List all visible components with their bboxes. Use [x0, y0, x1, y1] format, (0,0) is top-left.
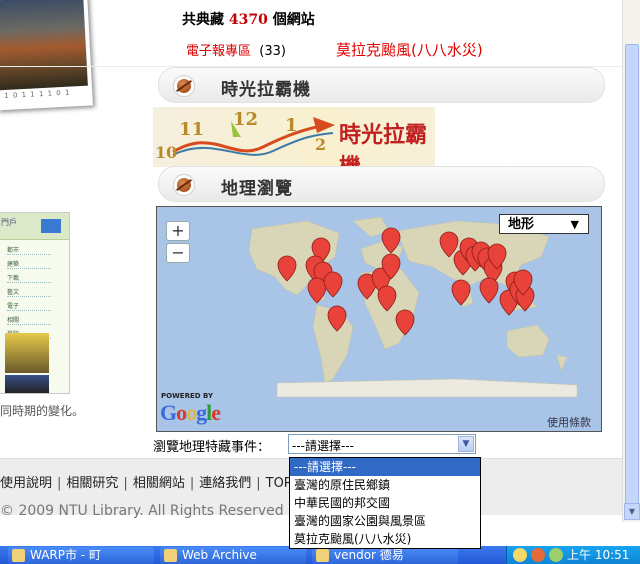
google-logo[interactable]: Google: [160, 400, 221, 426]
vertical-scrollbar[interactable]: ▼: [622, 0, 640, 522]
footer-link-sites[interactable]: 相關網站: [133, 476, 185, 491]
website-thumbnail[interactable]: 門戶 都市建築下載藝文 電子相關學院: [0, 212, 70, 394]
footer-link-contact[interactable]: 連絡我們: [199, 476, 251, 491]
thumbnail-menu: 都市建築下載藝文 電子相關學院: [7, 245, 51, 343]
separator: |: [57, 476, 62, 491]
separator: |: [189, 476, 195, 491]
dropdown-option[interactable]: 臺灣的原住民鄉鎮: [290, 476, 480, 494]
taskbar-button[interactable]: Web Archive: [160, 547, 306, 564]
footer-nav: 使用說明 | 相關研究 | 相關網站 | 連絡我們 | TOP: [0, 472, 292, 491]
footer-link-top[interactable]: TOP: [266, 476, 292, 491]
zoom-in-button[interactable]: +: [166, 221, 190, 241]
banner-number: 1: [285, 115, 298, 136]
basketball-icon: [173, 75, 195, 97]
scenery-photo: 1 0 1 1 1 1 0 1: [0, 0, 93, 111]
banner-number: 11: [179, 119, 205, 140]
basketball-icon: [173, 174, 195, 196]
geo-event-dropdown[interactable]: ---請選擇--- 臺灣的原住民鄉鎮 中華民國的邦交國 臺灣的國家公園與風景區 …: [289, 457, 481, 549]
dropdown-option[interactable]: 中華民國的邦交國: [290, 494, 480, 512]
footer-link-research[interactable]: 相關研究: [66, 476, 118, 491]
enews-link[interactable]: 電子報專區 (33): [186, 40, 286, 59]
time-machine-banner[interactable]: 11 12 1 10 2 時光拉霸機: [153, 107, 435, 167]
geo-event-select[interactable]: ---請選擇--- ▼: [288, 434, 476, 454]
dropdown-option[interactable]: 臺灣的國家公園與風景區: [290, 512, 480, 530]
caret-down-icon: ▼: [570, 218, 579, 231]
banner-title: 時光拉霸機: [339, 122, 428, 167]
geo-event-label: 瀏覽地理特藏事件：: [153, 440, 271, 455]
taskbar-button[interactable]: vendor 德易: [312, 547, 458, 564]
thumbnail-picture: [5, 333, 49, 373]
scroll-down-arrow-icon[interactable]: ▼: [624, 503, 640, 520]
dropdown-option[interactable]: 莫拉克颱風(八八水災): [290, 530, 480, 548]
zoom-out-button[interactable]: −: [166, 243, 190, 263]
system-tray: 上午 10:51: [506, 546, 640, 564]
section-header-time-machine: 時光拉霸機: [158, 67, 605, 103]
taskbar-clock: 上午 10:51: [567, 548, 630, 562]
separator: |: [256, 476, 261, 491]
section-header-geo-browse: 地理瀏覽: [158, 166, 605, 202]
map-canvas[interactable]: [157, 207, 601, 431]
terms-of-use-link[interactable]: 使用條款: [547, 414, 591, 430]
map-marker[interactable]: [323, 271, 343, 298]
map-marker[interactable]: [479, 277, 499, 304]
banner-number: 10: [155, 143, 178, 162]
footer-link-usage[interactable]: 使用說明: [0, 476, 52, 491]
tray-icon[interactable]: [531, 548, 545, 562]
photo-caption: 1 0 1 1 1 1 0 1: [4, 88, 71, 101]
select-value: ---請選擇---: [292, 439, 354, 453]
thumbnail-flag-image: [41, 219, 61, 233]
map-type-label: 地形: [508, 217, 535, 232]
dropdown-option[interactable]: ---請選擇---: [290, 458, 480, 476]
mountain-image: [0, 0, 88, 91]
powered-by-label: POWERED BY: [161, 392, 214, 400]
featured-link-typhoon[interactable]: 莫拉克颱風(八八水災): [336, 39, 483, 60]
thumbnail-picture: [5, 375, 49, 393]
left-note-text: 同時期的變化。: [0, 404, 85, 418]
scrollbar-thumb[interactable]: [625, 44, 639, 504]
banner-number: 12: [233, 109, 259, 130]
chevron-down-icon[interactable]: ▼: [458, 436, 474, 452]
separator: |: [123, 476, 128, 491]
copyright-text: © 2009 NTU Library. All Rights Reserved: [0, 503, 284, 519]
tray-icon[interactable]: [513, 548, 527, 562]
world-map[interactable]: + − 地形 ▼ POWERED BY Google 使用條款: [156, 206, 602, 432]
collection-total: 共典藏 4370 個網站: [182, 12, 315, 28]
collection-count: 4370: [228, 12, 268, 28]
tray-icon[interactable]: [549, 548, 563, 562]
map-type-selector[interactable]: 地形 ▼: [499, 214, 589, 234]
taskbar-button[interactable]: WARP市 - 町: [8, 547, 154, 564]
banner-number: 2: [315, 135, 327, 154]
